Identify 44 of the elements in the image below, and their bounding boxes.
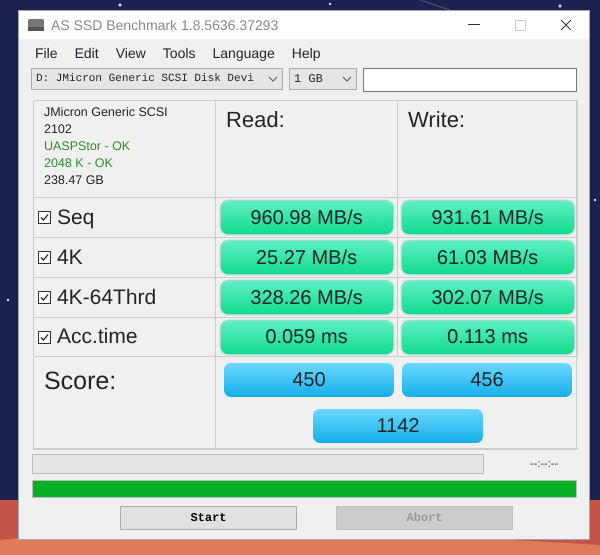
menu-item[interactable]: View — [110, 43, 157, 64]
score-label: Score: — [44, 367, 116, 395]
drive-info-text: JMicron Generic SCSI — [44, 104, 168, 121]
drive-icon — [27, 18, 45, 32]
minimize-icon[interactable] — [468, 24, 480, 26]
checkbox[interactable] — [38, 211, 51, 224]
time-label: --:--:-- — [530, 456, 558, 472]
result-value: 0.113 ms — [402, 320, 574, 354]
menu-item[interactable]: Edit — [68, 43, 110, 64]
close-icon[interactable] — [560, 19, 572, 31]
column-header: Read: — [226, 107, 285, 132]
window-title: AS SSD Benchmark 1.8.5636.37293 — [51, 16, 278, 34]
score-value: 456 — [402, 363, 572, 397]
menu-item[interactable]: Language — [206, 43, 286, 64]
result-value: 302.07 MB/s — [402, 281, 574, 314]
menu-item[interactable]: File — [29, 43, 69, 64]
test-label: Acc.time — [57, 324, 138, 350]
size-dropdown[interactable]: 1 GB — [289, 68, 357, 90]
result-value: 0.059 ms — [220, 320, 392, 354]
test-label: 4K-64Thrd — [57, 284, 156, 311]
drive-info-text: 2048 K - OK — [44, 155, 113, 172]
total-score: 1142 — [313, 409, 483, 443]
chevron-icon — [268, 76, 278, 82]
start-button[interactable]: Start — [120, 506, 297, 530]
result-value: 931.61 MB/s — [402, 201, 574, 234]
test-label: Seq — [57, 204, 94, 231]
checkbox[interactable] — [38, 251, 51, 264]
column-header: Write: — [408, 107, 466, 132]
menu-item[interactable]: Tools — [156, 43, 206, 64]
test-label: 4K — [57, 244, 83, 271]
menu-item[interactable]: Help — [286, 43, 332, 64]
score-value: 450 — [224, 363, 394, 397]
drive-info-text: 2102 — [44, 121, 72, 138]
result-value: 328.26 MB/s — [220, 281, 392, 314]
drive-info-text: UASPStor - OK — [44, 138, 130, 155]
result-value: 960.98 MB/s — [220, 201, 392, 234]
chevron-icon — [342, 76, 352, 82]
drive-info-text: 238.47 GB — [44, 172, 104, 189]
result-value: 61.03 MB/s — [402, 241, 574, 274]
result-value: 25.27 MB/s — [220, 241, 392, 274]
drive-dropdown[interactable]: D: JMicron Generic SCSI Disk Devi — [31, 68, 283, 90]
checkbox[interactable] — [38, 291, 51, 304]
checkbox[interactable] — [38, 330, 51, 344]
input-field[interactable] — [363, 68, 577, 92]
